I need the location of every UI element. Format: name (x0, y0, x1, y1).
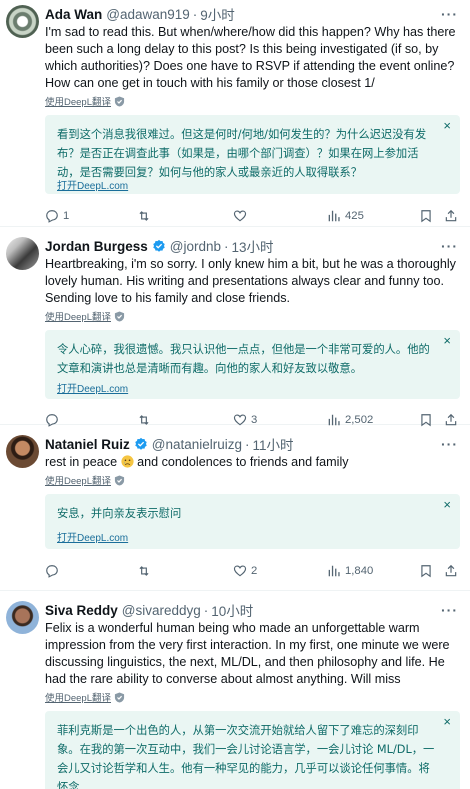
action-bar: 2 1,840 (45, 554, 470, 588)
separator: · (224, 238, 229, 254)
translated-by: 使用DeepL翻译 (45, 309, 470, 323)
reply-button[interactable] (45, 564, 63, 578)
bookmark-icon (421, 565, 431, 578)
translation-text: 安息，并向亲友表示慰问 (57, 507, 182, 520)
translation-box: 安息，并向亲友表示慰问 打开DeepL.com × (45, 494, 460, 549)
shield-icon (114, 95, 125, 107)
post-header: Nataniel Ruiz @natanielruizg · 11小时 ··· (45, 434, 470, 454)
repost-icon (139, 566, 149, 576)
close-icon[interactable]: × (443, 119, 451, 132)
author-handle[interactable]: @adawan919 (106, 7, 190, 22)
avatar[interactable] (6, 601, 39, 634)
views-button[interactable]: 425 (327, 209, 364, 223)
bookmark-button[interactable] (419, 564, 433, 578)
more-icon[interactable]: ··· (441, 238, 458, 254)
post[interactable]: Ada Wan @adawan919 · 9小时 ··· I'm sad to … (0, 0, 470, 227)
translated-by-link[interactable]: 使用DeepL翻译 (45, 473, 111, 487)
author-name[interactable]: Siva Reddy (45, 603, 118, 618)
translation-text: 看到这个消息我很难过。但这是何时/何地/如何发生的？为什么迟迟没有发布？是否正在… (57, 128, 427, 179)
views-button[interactable]: 1,840 (327, 564, 373, 578)
like-button[interactable]: 2 (233, 564, 257, 578)
post-time[interactable]: 9小时 (200, 4, 235, 24)
post-header: Siva Reddy @sivareddyg · 10小时 ··· (45, 600, 470, 620)
close-icon[interactable]: × (443, 498, 451, 511)
post-text: Felix is a wonderful human being who mad… (45, 621, 450, 686)
more-icon[interactable]: ··· (441, 6, 458, 22)
translated-by-link[interactable]: 使用DeepL翻译 (45, 690, 111, 704)
translated-by: 使用DeepL翻译 (45, 94, 470, 108)
author-handle[interactable]: @jordnb (170, 239, 221, 254)
author-handle[interactable]: @sivareddyg (122, 603, 201, 618)
post-header: Ada Wan @adawan919 · 9小时 ··· (45, 4, 470, 24)
share-button[interactable] (444, 209, 458, 223)
post-text: I'm sad to read this. But when/where/how… (45, 25, 456, 90)
bookmark-button[interactable] (419, 209, 433, 223)
views-icon (328, 210, 340, 222)
separator: · (203, 602, 209, 618)
separator: · (192, 6, 198, 22)
more-icon[interactable]: ··· (441, 436, 458, 452)
author-name[interactable]: Ada Wan (45, 7, 102, 22)
open-deepl-link[interactable]: 打开DeepL.com (57, 177, 128, 192)
post-time[interactable]: 13小时 (232, 236, 274, 256)
shield-icon (114, 691, 125, 703)
bookmark-icon (421, 210, 431, 223)
avatar[interactable] (6, 435, 39, 468)
views-icon (328, 565, 340, 577)
translated-by: 使用DeepL翻译 (45, 473, 470, 487)
share-button[interactable] (444, 564, 458, 578)
translation-text: 令人心碎，我很遗憾。我只认识他一点点，但他是一个非常可爱的人。他的文章和演讲也总… (57, 343, 430, 375)
repost-button[interactable] (137, 564, 155, 578)
separator: · (245, 436, 250, 452)
like-icon (233, 565, 247, 577)
share-icon (445, 209, 457, 222)
crying-face-icon (121, 455, 134, 468)
post-text-start: rest in peace (45, 455, 118, 469)
share-icon (445, 564, 457, 577)
post-time[interactable]: 11小时 (253, 434, 294, 454)
reply-count: 1 (63, 210, 70, 222)
like-button[interactable] (233, 209, 251, 223)
translated-by-link[interactable]: 使用DeepL翻译 (45, 94, 111, 108)
translation-box: 菲利克斯是一个出色的人，从第一次交流开始就给人留下了难忘的深刻印象。在我的第一次… (45, 711, 460, 789)
post-text-end: and condolences to friends and family (137, 455, 349, 469)
translated-by-link[interactable]: 使用DeepL翻译 (45, 309, 111, 323)
more-icon[interactable]: ··· (441, 602, 458, 618)
post-header: Jordan Burgess @jordnb · 13小时 ··· (45, 236, 470, 256)
verified-icon (153, 239, 165, 252)
translated-by: 使用DeepL翻译 (45, 690, 470, 704)
views-count: 425 (345, 210, 364, 222)
close-icon[interactable]: × (443, 715, 451, 728)
avatar[interactable] (6, 237, 39, 270)
post[interactable]: Jordan Burgess @jordnb · 13小时 ··· Heartb… (0, 227, 470, 427)
verified-icon (135, 437, 147, 450)
author-name[interactable]: Nataniel Ruiz (45, 437, 130, 452)
open-deepl-link[interactable]: 打开DeepL.com (57, 529, 128, 544)
avatar[interactable] (6, 5, 39, 38)
post-time[interactable]: 10小时 (211, 600, 253, 620)
post-text: rest in peace and condolences to friends… (45, 454, 470, 471)
views-count: 1,840 (345, 565, 374, 577)
open-deepl-link[interactable]: 打开DeepL.com (57, 380, 128, 395)
close-icon[interactable]: × (443, 334, 451, 347)
author-handle[interactable]: @natanielruizg (152, 437, 242, 452)
reply-icon (46, 565, 58, 578)
translation-box: 看到这个消息我很难过。但这是何时/何地/如何发生的？为什么迟迟没有发布？是否正在… (45, 115, 460, 194)
like-count: 2 (251, 565, 258, 577)
repost-button[interactable] (137, 209, 155, 223)
repost-icon (139, 211, 149, 221)
translation-box: 令人心碎，我很遗憾。我只认识他一点点，但他是一个非常可爱的人。他的文章和演讲也总… (45, 330, 460, 399)
author-name[interactable]: Jordan Burgess (45, 239, 148, 254)
shield-icon (114, 474, 125, 486)
post[interactable]: Siva Reddy @sivareddyg · 10小时 ··· Felix … (0, 591, 470, 789)
post-text: Heartbreaking, i'm so sorry. I only knew… (45, 257, 456, 305)
like-icon (233, 210, 247, 222)
reply-button[interactable]: 1 (45, 209, 69, 223)
translation-text: 菲利克斯是一个出色的人，从第一次交流开始就给人留下了难忘的深刻印象。在我的第一次… (57, 724, 435, 789)
post[interactable]: Nataniel Ruiz @natanielruizg · 11小时 ··· … (0, 425, 470, 591)
reply-icon (46, 210, 58, 223)
shield-icon (114, 310, 125, 322)
